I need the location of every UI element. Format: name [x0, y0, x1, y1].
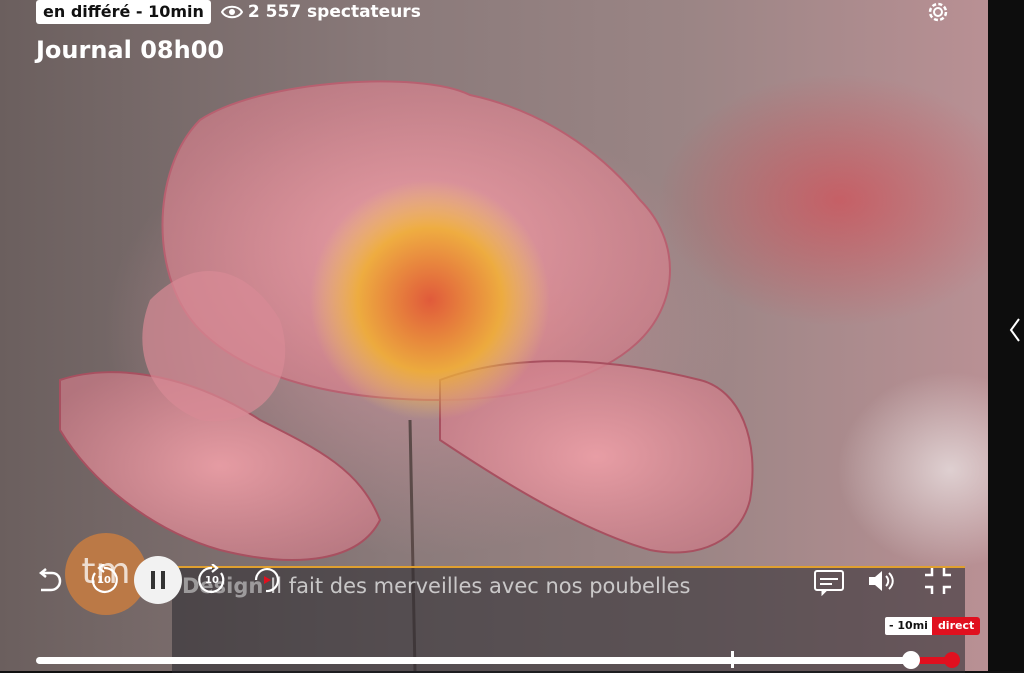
progress-marker — [731, 651, 734, 668]
undo-icon[interactable] — [34, 566, 64, 596]
progress-track[interactable] — [36, 657, 953, 664]
live-position-dot[interactable] — [944, 652, 960, 668]
status-bar: en différé - 10min 2 557 spectateurs — [36, 0, 421, 24]
pause-icon — [151, 571, 165, 589]
forward-button[interactable]: 10 — [196, 564, 228, 596]
rewind-label: 10 — [97, 574, 111, 586]
viewer-count-text: 2 557 spectateurs — [247, 2, 421, 22]
delay-badge: en différé - 10min — [36, 0, 211, 24]
restart-icon[interactable] — [250, 564, 282, 596]
progress-thumb[interactable] — [902, 651, 920, 669]
subtitles-icon[interactable] — [813, 568, 845, 596]
forward-label: 10 — [205, 574, 219, 586]
volume-icon[interactable] — [866, 567, 898, 595]
chevron-left-icon[interactable] — [1008, 316, 1022, 344]
program-title: Journal 08h00 — [36, 36, 225, 64]
delay-label: - 10mi — [885, 617, 932, 635]
gear-icon[interactable] — [924, 0, 952, 26]
exit-fullscreen-icon[interactable] — [921, 566, 955, 596]
live-button[interactable]: direct — [931, 617, 981, 635]
rewind-button[interactable]: 10 — [88, 564, 120, 596]
pause-button[interactable] — [134, 556, 182, 604]
time-indicator: - 10mi direct — [885, 617, 981, 635]
eye-icon — [220, 5, 243, 19]
subtitle-text: Il fait des merveilles avec nos poubelle… — [270, 574, 691, 598]
viewer-count: 2 557 spectateurs — [220, 2, 421, 22]
